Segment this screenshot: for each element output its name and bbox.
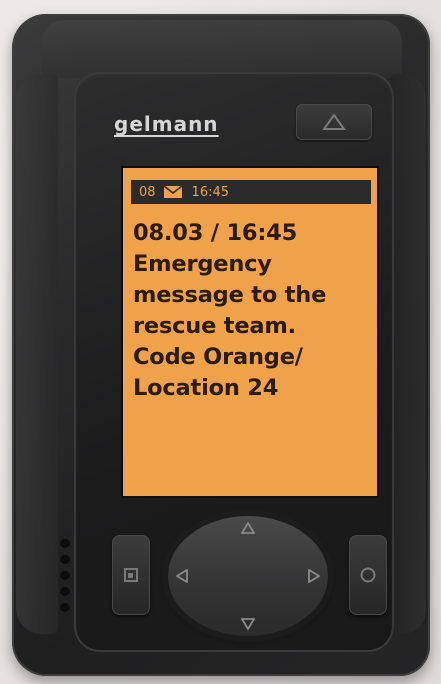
speaker-grille bbox=[58, 538, 72, 618]
message-line: message to the bbox=[133, 282, 327, 308]
circle-icon bbox=[360, 567, 376, 583]
arrow-left-icon[interactable] bbox=[176, 569, 188, 583]
square-icon bbox=[124, 568, 138, 582]
message-line: Code Orange/ bbox=[133, 344, 303, 370]
left-square-button[interactable] bbox=[112, 535, 150, 615]
triangle-up-icon bbox=[322, 113, 346, 130]
message-line: Emergency bbox=[133, 251, 272, 277]
message-line: Location 24 bbox=[133, 375, 279, 401]
top-triangle-button[interactable] bbox=[296, 104, 372, 140]
arrow-right-icon[interactable] bbox=[308, 569, 320, 583]
status-time: 16:45 bbox=[191, 184, 230, 200]
message-line: rescue team. bbox=[133, 313, 296, 339]
message-line: 08.03 / 16:45 bbox=[133, 220, 298, 246]
pager-screen: 08 16:45 08.03 / 16:45 Emergency message… bbox=[121, 166, 379, 498]
status-bar: 08 16:45 bbox=[131, 180, 371, 204]
envelope-icon bbox=[163, 186, 182, 198]
message-body: 08.03 / 16:45 Emergency message to the r… bbox=[133, 218, 377, 404]
arrow-down-icon[interactable] bbox=[241, 618, 255, 630]
navigation-dpad[interactable] bbox=[168, 516, 328, 636]
brand-logo: gelmann bbox=[114, 112, 219, 136]
message-count: 08 bbox=[139, 184, 156, 200]
arrow-up-icon[interactable] bbox=[241, 522, 255, 534]
right-circle-button[interactable] bbox=[349, 535, 387, 615]
